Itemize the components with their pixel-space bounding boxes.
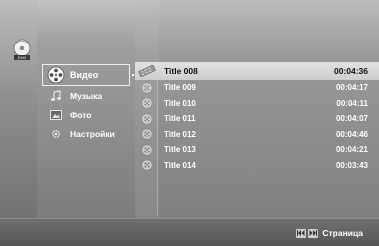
file-title: Title 011 xyxy=(164,114,196,124)
menu-item-label: Фото xyxy=(70,109,92,120)
file-row[interactable]: Title 013 00:04:21 xyxy=(135,142,379,158)
film-strip-icon xyxy=(135,65,159,77)
main-menu: Видео Музыка Фото Настройки xyxy=(42,64,138,143)
file-row-selected[interactable]: Title 008 00:04:36 xyxy=(135,62,379,80)
file-title: Title 014 xyxy=(164,160,196,170)
photo-icon xyxy=(42,109,70,120)
file-duration: 00:04:11 xyxy=(336,98,368,108)
menu-item-photo[interactable]: Фото xyxy=(42,105,138,124)
settings-gear-icon xyxy=(42,129,70,139)
file-title: Title 013 xyxy=(164,145,196,155)
menu-item-settings[interactable]: Настройки xyxy=(42,124,138,143)
media-browser-screen: DVD Видео Музыка Фото Настройки Title 00… xyxy=(0,0,379,246)
menu-item-video[interactable]: Видео xyxy=(42,64,138,86)
menu-cursor-dot xyxy=(132,74,134,76)
file-duration: 00:04:07 xyxy=(335,114,368,124)
file-duration: 00:04:17 xyxy=(335,83,368,93)
video-file-icon xyxy=(135,114,159,124)
page-nav: Страница xyxy=(296,228,363,238)
file-title: Title 010 xyxy=(164,98,196,108)
file-duration: 00:03:43 xyxy=(335,160,368,170)
video-file-icon xyxy=(135,145,159,155)
file-row[interactable]: Title 009 00:04:17 xyxy=(135,80,379,96)
video-file-icon xyxy=(135,160,159,170)
file-row[interactable]: Title 012 00:04:46 xyxy=(135,127,379,143)
video-file-icon xyxy=(135,129,159,139)
video-file-icon xyxy=(135,98,159,108)
file-title: Title 008 xyxy=(164,66,198,76)
footer-bar: Страница xyxy=(0,218,379,246)
file-row[interactable]: Title 010 00:04:11 xyxy=(135,96,379,112)
selection-frame xyxy=(42,64,130,86)
menu-item-label: Музыка xyxy=(70,90,103,101)
file-duration: 00:04:36 xyxy=(333,66,368,76)
menu-item-music[interactable]: Музыка xyxy=(42,86,138,105)
logo-column xyxy=(0,0,38,246)
page-label: Страница xyxy=(322,228,363,238)
skip-forward-icon[interactable] xyxy=(308,228,319,238)
file-row[interactable]: Title 011 00:04:07 xyxy=(135,111,379,127)
file-duration: 00:04:46 xyxy=(335,129,368,139)
menu-item-label: Настройки xyxy=(70,128,115,139)
file-row[interactable]: Title 014 00:03:43 xyxy=(135,158,379,174)
file-list: Title 008 00:04:36 Title 009 00:04:17 Ti… xyxy=(135,62,379,173)
file-title: Title 009 xyxy=(164,83,196,93)
video-file-icon xyxy=(135,83,159,93)
file-duration: 00:04:21 xyxy=(335,145,368,155)
music-note-icon xyxy=(42,89,70,102)
skip-back-icon[interactable] xyxy=(296,228,307,238)
disc-logo-icon: DVD xyxy=(10,38,34,62)
svg-text:DVD: DVD xyxy=(18,55,27,60)
file-title: Title 012 xyxy=(164,129,196,139)
